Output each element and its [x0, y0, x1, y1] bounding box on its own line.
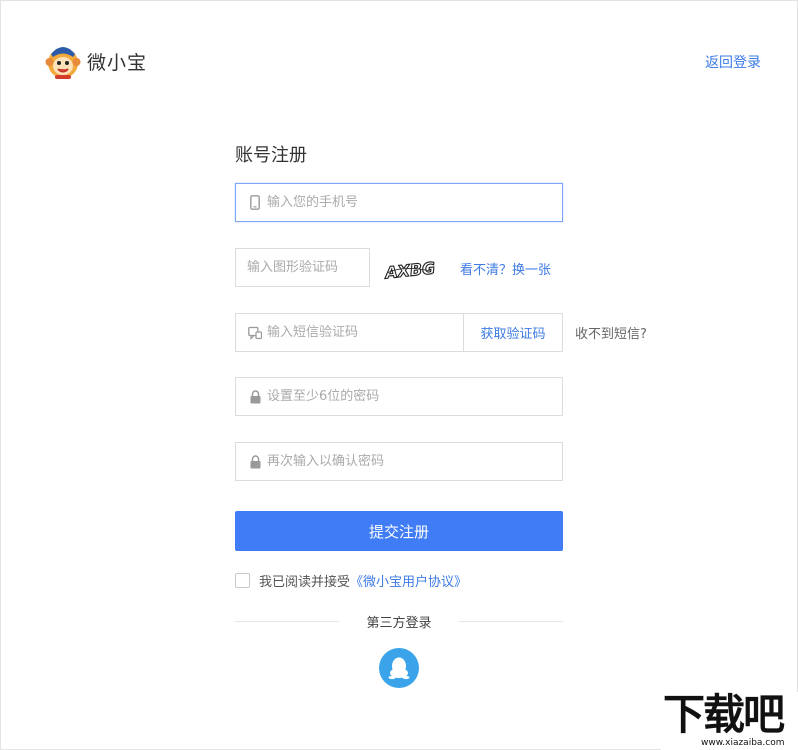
confirm-password-input[interactable]: [267, 443, 562, 480]
refresh-captcha-link[interactable]: 看不清？换一张: [460, 259, 551, 278]
monkey-mascot-icon: [45, 47, 81, 79]
password-field[interactable]: [235, 377, 563, 416]
mobile-phone-icon: [248, 195, 262, 211]
get-sms-code-button[interactable]: 获取验证码: [463, 314, 562, 351]
agreement-label: 我已阅读并接受: [259, 575, 351, 590]
phone-input[interactable]: [267, 184, 562, 221]
captcha-field[interactable]: [235, 248, 370, 287]
watermark-url: www.xiazaiba.com: [701, 738, 785, 748]
site-watermark: 下载吧 www.xiazaiba.com: [661, 690, 798, 750]
third-party-login-divider: 第三方登录: [235, 611, 563, 631]
back-to-login-link[interactable]: 返回登录: [705, 52, 761, 72]
message-icon: [248, 325, 262, 341]
password-input[interactable]: [267, 378, 562, 415]
watermark-text: 下载吧: [663, 690, 785, 739]
captcha-image[interactable]: AXBG: [383, 255, 435, 283]
agreement-row: 我已阅读并接受 《微小宝用户协议》: [235, 571, 467, 590]
divider-line-right: [459, 621, 563, 622]
lock-icon: [248, 389, 262, 405]
submit-registration-button[interactable]: 提交注册: [235, 511, 563, 551]
form-title: 账号注册: [235, 145, 307, 166]
no-sms-help-link[interactable]: 收不到短信?: [575, 323, 647, 342]
sms-code-input[interactable]: [267, 314, 467, 351]
sms-code-field[interactable]: 获取验证码: [235, 313, 563, 352]
brand-name: 微小宝: [87, 51, 148, 74]
qq-login-button[interactable]: [379, 648, 419, 688]
phone-field[interactable]: [235, 183, 563, 222]
lock-icon: [248, 454, 262, 470]
agreement-checkbox[interactable]: [235, 573, 250, 588]
page-frame: [0, 0, 798, 750]
user-agreement-link[interactable]: 《微小宝用户协议》: [350, 571, 467, 590]
qq-penguin-icon: [388, 657, 410, 680]
brand-logo[interactable]: 微小宝: [45, 42, 147, 80]
confirm-password-field[interactable]: [235, 442, 563, 481]
captcha-input[interactable]: [236, 249, 369, 286]
